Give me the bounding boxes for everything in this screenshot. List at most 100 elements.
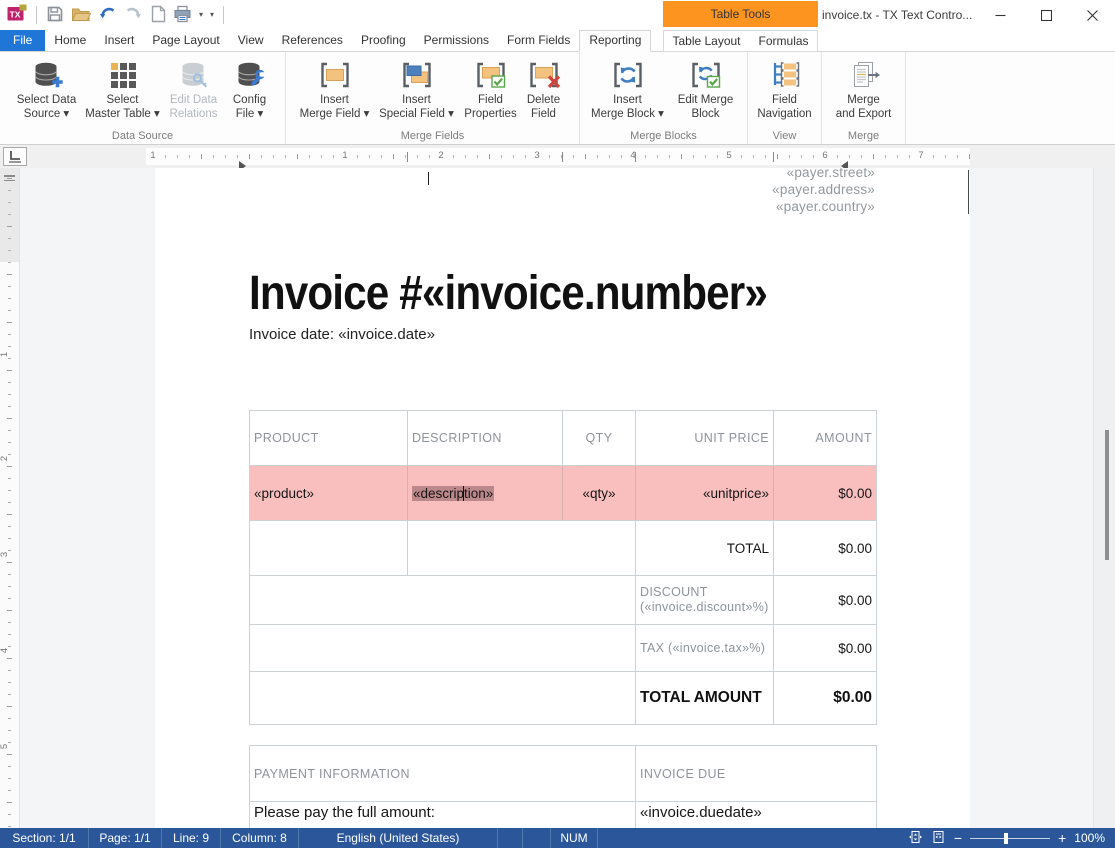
- header-cell-description[interactable]: DESCRIPTION: [408, 411, 563, 465]
- empty-cell[interactable]: [250, 521, 408, 575]
- invoice-due-header-cell[interactable]: INVOICE DUE: [636, 746, 876, 801]
- edit-merge-block-icon: [688, 56, 724, 94]
- invoice-title[interactable]: Invoice #«invoice.number»: [249, 266, 767, 321]
- ribbon-group-merge-blocks: Insert Merge Block ▾ Edit Merge Block Me…: [580, 52, 748, 144]
- merge-export-icon: [847, 56, 881, 94]
- status-bar: Section: 1/1 Page: 1/1 Line: 9 Column: 8…: [0, 828, 1115, 848]
- merge-field-payer-address[interactable]: «payer.address»: [772, 182, 875, 199]
- fit-page-icon[interactable]: [908, 830, 923, 847]
- tab-file[interactable]: File: [0, 30, 45, 51]
- field-navigation-icon: [768, 56, 802, 94]
- tax-amount-cell[interactable]: $0.00: [774, 625, 876, 671]
- customize-toolbar-dropdown[interactable]: ▾: [210, 10, 214, 20]
- payer-address-block[interactable]: «payer.street» «payer.address» «payer.co…: [772, 168, 875, 215]
- ruler-number: 6: [820, 150, 829, 161]
- tab-stop-selector[interactable]: [3, 147, 27, 166]
- maximize-button[interactable]: [1023, 0, 1069, 30]
- fit-width-icon[interactable]: [931, 830, 946, 847]
- print-icon: [173, 5, 192, 26]
- status-language: English (United States): [299, 828, 497, 848]
- tax-label-cell[interactable]: TAX («invoice.tax»%): [636, 625, 774, 671]
- print-button[interactable]: [173, 5, 192, 26]
- ruler-number: 4: [0, 648, 10, 653]
- total-label-cell[interactable]: TOTAL: [636, 521, 774, 575]
- tab-references[interactable]: References: [273, 30, 352, 51]
- grand-total-amount-cell[interactable]: $0.00: [774, 672, 876, 724]
- quick-access-toolbar: TX: [0, 0, 226, 30]
- new-document-button[interactable]: [150, 5, 166, 26]
- header-cell-product[interactable]: PRODUCT: [250, 411, 408, 465]
- empty-cell[interactable]: [408, 521, 636, 575]
- total-amount-cell[interactable]: $0.00: [774, 521, 876, 575]
- empty-cell[interactable]: [250, 625, 636, 671]
- tab-proofing[interactable]: Proofing: [352, 30, 415, 51]
- scrollbar-thumb[interactable]: [1105, 430, 1109, 560]
- undo-button[interactable]: [98, 5, 117, 26]
- contextual-tabs-group: Table Layout Formulas: [663, 30, 818, 52]
- grand-total-label-cell[interactable]: TOTAL AMOUNT: [636, 672, 774, 724]
- merge-field-payer-street[interactable]: «payer.street»: [772, 168, 875, 182]
- special-field-icon: [399, 56, 435, 94]
- tab-form-fields[interactable]: Form Fields: [498, 30, 579, 51]
- document-page[interactable]: «payer.street» «payer.address» «payer.co…: [155, 168, 970, 828]
- zoom-in-button[interactable]: +: [1058, 829, 1066, 847]
- horizontal-ruler[interactable]: 1 1 2 3 4 5 6 7: [146, 148, 970, 165]
- tab-table-layout[interactable]: Table Layout: [663, 31, 749, 51]
- tab-home[interactable]: Home: [45, 30, 95, 51]
- open-button[interactable]: [71, 5, 91, 26]
- header-cell-qty[interactable]: QTY: [563, 411, 636, 465]
- redo-button[interactable]: [124, 5, 143, 26]
- invoice-duedate-cell[interactable]: «invoice.duedate»: [636, 802, 876, 828]
- ribbon-group-merge-fields: Insert Merge Field ▾ Insert Special Fiel…: [286, 52, 580, 144]
- tab-reporting[interactable]: Reporting: [579, 30, 651, 52]
- discount-amount-cell[interactable]: $0.00: [774, 576, 876, 624]
- empty-cell[interactable]: [250, 672, 636, 724]
- table-column-marker[interactable]: [773, 152, 774, 162]
- new-document-icon: [150, 5, 166, 26]
- payment-instruction-cell[interactable]: Please pay the full amount:: [250, 802, 636, 828]
- table-column-marker[interactable]: [407, 152, 408, 162]
- discount-label-cell[interactable]: DISCOUNT(«invoice.discount»%): [636, 576, 774, 624]
- invoice-date-line[interactable]: Invoice date: «invoice.date»: [249, 326, 435, 343]
- ribbon-group-view: Field Navigation View: [748, 52, 822, 144]
- close-button[interactable]: [1069, 0, 1115, 30]
- toolbar-separator: [223, 6, 224, 24]
- print-options-dropdown[interactable]: ▾: [199, 10, 203, 20]
- cell-product[interactable]: «product»: [250, 466, 408, 520]
- minimize-button[interactable]: [977, 0, 1023, 30]
- ruler-number: 5: [724, 150, 733, 161]
- discount-row: DISCOUNT(«invoice.discount»%) $0.00: [250, 576, 876, 625]
- document-workspace: 1 2 3 4 5 «payer.street» «payer.address»…: [0, 168, 1115, 828]
- zoom-out-button[interactable]: −: [954, 829, 962, 847]
- payment-information-header-cell[interactable]: PAYMENT INFORMATION: [250, 746, 636, 801]
- title-bar: TX: [0, 0, 1115, 30]
- empty-cell[interactable]: [250, 576, 636, 624]
- zoom-slider-thumb[interactable]: [1004, 833, 1008, 844]
- window-controls: [977, 0, 1115, 30]
- tx-logo-icon: TX: [7, 4, 27, 26]
- tab-view[interactable]: View: [229, 30, 273, 51]
- app-logo-button[interactable]: TX: [7, 4, 27, 26]
- tab-page-layout[interactable]: Page Layout: [143, 30, 228, 51]
- cell-qty[interactable]: «qty»: [563, 466, 636, 520]
- table-column-marker[interactable]: [635, 152, 636, 162]
- tab-insert[interactable]: Insert: [95, 30, 143, 51]
- table-column-marker[interactable]: [562, 152, 563, 162]
- header-cell-amount[interactable]: AMOUNT: [774, 411, 876, 465]
- merge-field-payer-country[interactable]: «payer.country»: [772, 199, 875, 216]
- save-button[interactable]: [46, 5, 64, 26]
- cell-description[interactable]: «description»: [408, 466, 563, 520]
- cell-amount[interactable]: $0.00: [774, 466, 876, 520]
- tab-formulas[interactable]: Formulas: [750, 31, 818, 51]
- header-cell-unit-price[interactable]: UNIT PRICE: [636, 411, 774, 465]
- ribbon-empty-space: [906, 52, 1115, 144]
- vertical-ruler[interactable]: 1 2 3 4 5: [0, 168, 20, 828]
- ruler-number: 2: [436, 150, 445, 161]
- cell-unit-price[interactable]: «unitprice»: [636, 466, 774, 520]
- ruler-number: 1: [340, 150, 349, 161]
- selected-merge-field[interactable]: «description»: [412, 486, 494, 501]
- tab-permissions[interactable]: Permissions: [415, 30, 498, 51]
- zoom-slider[interactable]: [970, 838, 1050, 839]
- vertical-scrollbar[interactable]: [1093, 168, 1115, 828]
- ruler-number: 3: [532, 150, 541, 161]
